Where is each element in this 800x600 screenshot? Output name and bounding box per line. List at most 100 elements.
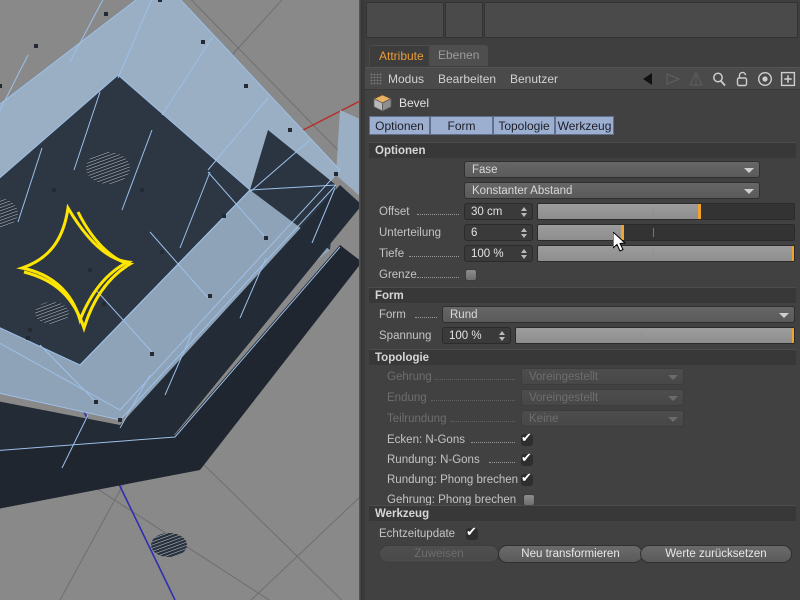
button-werte-zuruecksetzen[interactable]: Werte zurücksetzen bbox=[640, 545, 792, 563]
slider-offset-knob[interactable] bbox=[698, 204, 701, 219]
object-name: Bevel bbox=[399, 96, 430, 110]
label-offset: Offset bbox=[379, 206, 410, 218]
field-spannung[interactable]: 100 % bbox=[442, 327, 511, 344]
stepper-tiefe[interactable] bbox=[520, 249, 527, 260]
section-header-form: Form bbox=[369, 287, 796, 303]
dropdown-form[interactable]: Rund bbox=[442, 306, 795, 323]
dock-cell-mid[interactable] bbox=[445, 2, 483, 38]
section-header-optionen: Optionen bbox=[369, 142, 796, 158]
button-neu-transformieren[interactable]: Neu transformieren bbox=[498, 545, 643, 563]
slider-tiefe[interactable] bbox=[537, 245, 795, 262]
checkbox-rundung-ngons[interactable] bbox=[521, 451, 533, 466]
dock-cell-right[interactable] bbox=[484, 2, 798, 38]
field-spannung-value: 100 % bbox=[449, 330, 482, 342]
stepper-unterteilung[interactable] bbox=[520, 228, 527, 239]
row-teilrundung: Teilrundung Keine bbox=[365, 410, 800, 429]
label-gehrung: Gehrung bbox=[387, 371, 432, 383]
button-zuweisen[interactable]: Zuweisen bbox=[379, 545, 499, 563]
slider-tiefe-knob[interactable] bbox=[791, 246, 794, 261]
viewport-divider bbox=[359, 0, 362, 600]
tab-werkzeug[interactable]: Werkzeug bbox=[555, 116, 614, 135]
back-arrow-icon[interactable] bbox=[642, 71, 658, 87]
field-unterteilung[interactable]: 6 bbox=[464, 224, 533, 241]
slider-unterteilung-midtick bbox=[653, 228, 655, 237]
row-offset-modus: Offset-Modus Konstanter Abstand bbox=[365, 182, 800, 201]
row-ecken-ngons: Ecken: N-Gons bbox=[365, 431, 800, 450]
chevron-down-icon bbox=[779, 313, 789, 318]
slider-offset-fill bbox=[538, 204, 700, 219]
leader-dots bbox=[435, 379, 515, 380]
search-icon[interactable] bbox=[711, 71, 727, 87]
leader-dots bbox=[417, 277, 459, 278]
slider-spannung[interactable] bbox=[515, 327, 795, 344]
label-spannung: Spannung bbox=[379, 330, 432, 342]
3d-viewport[interactable] bbox=[0, 0, 362, 600]
tab-optionen[interactable]: Optionen bbox=[369, 116, 430, 135]
dock-cell-left[interactable] bbox=[366, 2, 444, 38]
dropdown-gehrung[interactable]: Voreingestellt bbox=[521, 368, 684, 385]
stepper-offset[interactable] bbox=[520, 207, 527, 218]
checkbox-rundung-phong[interactable] bbox=[521, 471, 533, 486]
row-endung: Endung Voreingestellt bbox=[365, 389, 800, 408]
leader-dots bbox=[489, 462, 515, 463]
leader-dots bbox=[417, 214, 459, 215]
forward-arrow-icon[interactable] bbox=[665, 71, 681, 87]
dropdown-endung-value: Voreingestellt bbox=[529, 392, 599, 404]
dropdown-bevel-modus-value: Fase bbox=[472, 164, 498, 176]
row-form: Form Rund bbox=[365, 306, 800, 325]
top-dock-area bbox=[365, 0, 800, 41]
slider-offset-midtick bbox=[653, 207, 655, 216]
menu-benutzer[interactable]: Benutzer bbox=[510, 68, 558, 90]
attribute-manager-panel: Attribute Ebenen Modus Bearbeiten Benutz… bbox=[365, 0, 800, 600]
slider-offset[interactable] bbox=[537, 203, 795, 220]
dropdown-form-value: Rund bbox=[450, 309, 478, 321]
checkbox-echtzeitupdate[interactable] bbox=[466, 525, 478, 540]
tab-attribute[interactable]: Attribute bbox=[369, 45, 434, 66]
object-header: Bevel bbox=[365, 90, 800, 116]
slider-spannung-fill bbox=[516, 328, 794, 343]
tab-form[interactable]: Form bbox=[430, 116, 493, 135]
grip-dots-icon[interactable] bbox=[370, 73, 382, 85]
chevron-down-icon bbox=[668, 375, 678, 380]
target-icon[interactable] bbox=[757, 71, 773, 87]
row-tiefe: Tiefe 100 % bbox=[365, 245, 800, 264]
dropdown-bevel-modus[interactable]: Fase bbox=[464, 161, 760, 178]
tab-topologie[interactable]: Topologie bbox=[493, 116, 555, 135]
leader-dots bbox=[409, 256, 459, 257]
checkbox-grenze[interactable] bbox=[465, 269, 477, 281]
row-gehrung: Gehrung Voreingestellt bbox=[365, 368, 800, 387]
leader-dots bbox=[415, 317, 437, 318]
row-offset: Offset 30 cm bbox=[365, 203, 800, 222]
field-offset-value: 30 cm bbox=[471, 206, 503, 218]
chevron-down-icon bbox=[668, 417, 678, 422]
menu-bearbeiten[interactable]: Bearbeiten bbox=[438, 68, 496, 90]
row-echtzeitupdate: Echtzeitupdate bbox=[365, 525, 800, 544]
row-unterteilung: Unterteilung 6 bbox=[365, 224, 800, 243]
slider-spannung-knob[interactable] bbox=[791, 328, 794, 343]
dropdown-endung[interactable]: Voreingestellt bbox=[521, 389, 684, 406]
tab-ebenen[interactable]: Ebenen bbox=[429, 45, 489, 66]
dropdown-offset-modus[interactable]: Konstanter Abstand bbox=[464, 182, 760, 199]
row-bevel-modus: Bevel-Modus Fase bbox=[365, 161, 800, 180]
dropdown-teilrundung[interactable]: Keine bbox=[521, 410, 684, 427]
dropdown-teilrundung-value: Keine bbox=[529, 413, 559, 425]
slider-spannung-midtick bbox=[641, 331, 643, 340]
panel-body: Modus Bearbeiten Benutzer Bevel Optionen… bbox=[365, 67, 800, 600]
field-offset[interactable]: 30 cm bbox=[464, 203, 533, 220]
leader-dots bbox=[451, 421, 515, 422]
section-header-werkzeug: Werkzeug bbox=[369, 505, 796, 521]
chevron-down-icon bbox=[668, 396, 678, 401]
menu-modus[interactable]: Modus bbox=[388, 68, 424, 90]
label-unterteilung: Unterteilung bbox=[379, 227, 442, 239]
checkbox-ecken-ngons[interactable] bbox=[521, 431, 533, 446]
add-box-icon[interactable] bbox=[780, 71, 796, 87]
unlock-icon[interactable] bbox=[734, 71, 750, 87]
slider-unterteilung[interactable] bbox=[537, 224, 795, 241]
field-tiefe[interactable]: 100 % bbox=[464, 245, 533, 262]
label-ecken-ngons: Ecken: N-Gons bbox=[387, 434, 465, 446]
slider-unterteilung-knob[interactable] bbox=[621, 225, 624, 240]
label-echtzeitupdate: Echtzeitupdate bbox=[379, 528, 456, 540]
cone-object-icon[interactable] bbox=[688, 71, 704, 87]
stepper-spannung[interactable] bbox=[498, 331, 505, 342]
label-tiefe: Tiefe bbox=[379, 248, 405, 260]
